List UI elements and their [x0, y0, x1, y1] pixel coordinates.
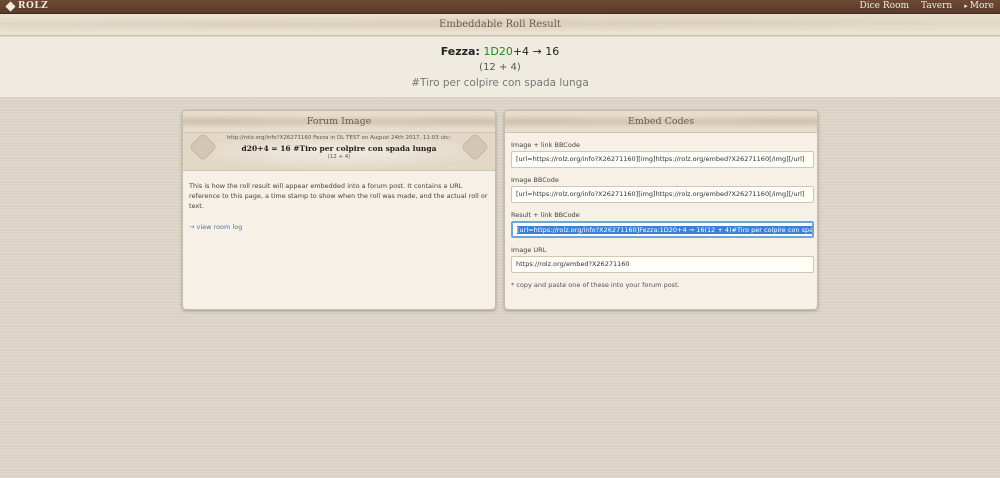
roll-comment: #Tiro per colpire con spada lunga — [411, 77, 589, 89]
nav-tavern[interactable]: Tavern — [921, 1, 952, 11]
forum-image-panel: Forum Image http://rolz.org/info?X262711… — [182, 110, 496, 310]
roll-breakdown: (12 + 4) — [479, 62, 521, 73]
image-url-field[interactable]: https://rolz.org/embed?X26271160 — [511, 256, 814, 273]
forum-image-title: Forum Image — [183, 111, 495, 133]
forum-image-roll: d20+4 = 16 #Tiro per colpire con spada l… — [241, 144, 437, 153]
forum-image-meta: http://rolz.org/info?X26271160 Fezza in … — [226, 135, 452, 141]
die-icon — [5, 0, 16, 12]
selected-text: [url=https://rolz.org/info?X26271160]Fez… — [517, 226, 812, 234]
page-title: Embeddable Roll Result — [0, 14, 1000, 36]
image-link-bbcode-field[interactable]: [url=https://rolz.org/info?X26271160][im… — [511, 151, 814, 168]
embed-codes-title: Embed Codes — [505, 111, 817, 133]
roll-total: +4 → 16 — [512, 45, 560, 58]
forum-image-breakdown: (12 + 4) — [327, 154, 351, 160]
rolz-logo[interactable]: ROLZ — [5, 0, 49, 12]
forum-image-description: This is how the roll result will appear … — [189, 182, 488, 210]
field-label: Image URL — [511, 246, 547, 254]
nav-dice-room[interactable]: Dice Room — [860, 1, 909, 11]
field-label: Image + link BBCode — [511, 141, 580, 149]
forum-image-preview: http://rolz.org/info?X26271160 Fezza in … — [183, 132, 495, 171]
embed-codes-panel: Embed Codes Image + link BBCode [url=htt… — [504, 110, 818, 310]
embed-codes-body: Image + link BBCode [url=https://rolz.or… — [505, 133, 817, 289]
roll-dice: 1D20 — [483, 45, 513, 58]
copy-note: * copy and paste one of these into your … — [511, 281, 680, 289]
image-bbcode-field[interactable]: [url=https://rolz.org/info?X26271160][im… — [511, 186, 814, 203]
field-label: Result + link BBCode — [511, 211, 580, 219]
result-link-bbcode-field[interactable]: [url=https://rolz.org/info?X26271160]Fez… — [511, 221, 814, 238]
logo-text: ROLZ — [18, 1, 49, 11]
triangle-right-icon: ▸ — [964, 2, 968, 10]
forum-image-description-block: This is how the roll result will appear … — [183, 171, 495, 232]
roll-line: Fezza: 1D20+4 → 16 — [0, 45, 1000, 58]
roll-result-header: Fezza: 1D20+4 → 16 (12 + 4) #Tiro per co… — [0, 37, 1000, 97]
view-room-log-link[interactable]: → view room log — [189, 222, 489, 232]
top-nav-bar: ROLZ Dice Room Tavern ▸ More — [0, 0, 1000, 14]
roller-name: Fezza: — [440, 45, 480, 58]
nav-more-label: More — [969, 1, 994, 11]
nav-menu: Dice Room Tavern ▸ More — [860, 1, 994, 11]
nav-more[interactable]: ▸ More — [964, 1, 994, 11]
field-label: Image BBCode — [511, 176, 559, 184]
